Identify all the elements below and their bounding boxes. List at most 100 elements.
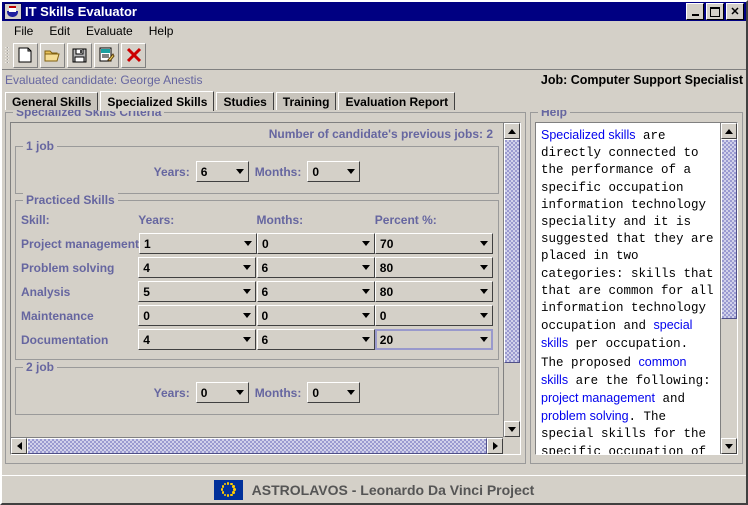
job2-years-combo[interactable]: 0 [195, 382, 249, 403]
window-controls: ✕ [686, 3, 744, 20]
vertical-scroll-track[interactable] [504, 139, 520, 421]
open-folder-button[interactable] [40, 42, 65, 68]
application-window: IT Skills Evaluator ✕ File Edit Evaluate… [0, 0, 748, 505]
skill-label: Documentation [21, 332, 109, 347]
job-title-label: Job: Computer Support Specialist [540, 73, 743, 87]
evaluate-form-icon [99, 47, 115, 62]
help-text-run: are the following: [568, 373, 711, 388]
new-document-button[interactable] [13, 42, 38, 68]
skill-months-combo[interactable]: 0 [257, 233, 376, 254]
help-scroll-thumb[interactable] [721, 139, 737, 319]
scroll-right-button[interactable] [487, 438, 503, 454]
skill-months-combo[interactable]: 6 [256, 329, 375, 350]
help-link[interactable]: project management [541, 391, 655, 405]
skill-months-value: 6 [261, 260, 269, 275]
scroll-left-button[interactable] [11, 438, 27, 454]
help-link[interactable]: Specialized skills [541, 128, 635, 142]
column-header-percent: Percent %: [374, 213, 437, 227]
save-button[interactable] [67, 42, 92, 68]
job1-years-combo[interactable]: 6 [195, 161, 249, 182]
toolbar [2, 41, 746, 70]
job2-months-combo[interactable]: 0 [307, 382, 361, 403]
help-link[interactable]: problem solving [541, 409, 629, 423]
tab-specialized-skills[interactable]: Specialized Skills [100, 91, 215, 111]
skill-years-combo[interactable]: 5 [138, 281, 257, 302]
job2-group: 2 job Years: 0 Months: 0 [15, 360, 499, 415]
new-document-icon [18, 47, 32, 63]
horizontal-scroll-track[interactable] [27, 438, 487, 454]
eu-star [221, 491, 225, 494]
menu-item-help[interactable]: Help [141, 22, 182, 40]
eu-star [223, 493, 227, 497]
evaluate-button[interactable] [94, 42, 119, 68]
maximize-button[interactable] [706, 3, 724, 20]
vertical-scroll-thumb[interactable] [504, 139, 520, 363]
minimize-button[interactable] [686, 3, 704, 20]
skill-months-combo[interactable]: 6 [256, 281, 375, 302]
skill-years-value: 0 [143, 308, 150, 323]
criteria-scroll-pane: Number of candidate's previous jobs: 2 1… [10, 122, 521, 455]
skill-years-combo[interactable]: 4 [138, 329, 257, 350]
skill-percent-value: 0 [379, 308, 387, 323]
help-vertical-scrollbar[interactable] [720, 123, 737, 454]
chevron-down-icon [232, 162, 248, 181]
chevron-down-icon [476, 282, 492, 301]
help-group: Help Specialized skills are directly con… [530, 105, 743, 464]
footer: ASTROLAVOS - Leonardo Da Vinci Project [2, 475, 746, 503]
chevron-down-icon [476, 306, 492, 325]
skill-percent-combo[interactable]: 80 [374, 257, 493, 278]
scroll-down-button[interactable] [504, 421, 520, 437]
job1-months-combo[interactable]: 0 [307, 161, 361, 182]
help-scroll-down-button[interactable] [721, 438, 737, 454]
delete-x-icon [126, 47, 141, 63]
menu-item-edit[interactable]: Edit [41, 22, 78, 40]
criteria-horizontal-scrollbar[interactable] [11, 437, 503, 454]
close-button[interactable]: ✕ [726, 3, 744, 20]
skill-months-combo[interactable]: 6 [256, 257, 375, 278]
skill-years-combo[interactable]: 4 [138, 257, 257, 278]
chevron-down-icon [239, 258, 255, 277]
scroll-up-button[interactable] [504, 123, 520, 139]
tab-training[interactable]: Training [275, 92, 337, 110]
horizontal-scroll-thumb[interactable] [27, 438, 487, 454]
skill-percent-combo[interactable]: 70 [375, 233, 494, 254]
menu-item-evaluate[interactable]: Evaluate [78, 22, 141, 40]
chevron-down-icon [343, 383, 359, 402]
table-row: Analysis 5 6 80 [16, 281, 498, 302]
tab-general-skills[interactable]: General Skills [5, 92, 99, 110]
window-title: IT Skills Evaluator [25, 4, 137, 19]
skill-percent-combo[interactable]: 80 [374, 281, 493, 302]
skill-years-combo[interactable]: 1 [139, 233, 258, 254]
help-panel: Specialized skills are directly connecte… [535, 122, 738, 455]
practiced-skills-legend: Practiced Skills [23, 193, 118, 207]
skill-years-combo[interactable]: 0 [138, 305, 257, 326]
help-scroll-track[interactable] [721, 139, 737, 438]
chevron-down-icon [232, 383, 248, 402]
toolbar-grip[interactable] [5, 45, 10, 65]
job1-years-label: Years: [153, 164, 190, 179]
help-scroll-up-button[interactable] [721, 123, 737, 139]
skill-years-value: 4 [143, 260, 150, 275]
tab-evaluation-report[interactable]: Evaluation Report [338, 92, 456, 110]
skill-percent-combo[interactable]: 20 [374, 329, 493, 350]
job2-duration-row: Years: 0 Months: 0 [16, 379, 498, 408]
eu-flag-icon [213, 479, 243, 500]
delete-button[interactable] [121, 42, 146, 68]
help-text: Specialized skills are directly connecte… [536, 123, 720, 454]
previous-jobs-count: Number of candidate's previous jobs: 2 [268, 127, 493, 141]
criteria-vertical-scrollbar[interactable] [503, 123, 520, 437]
header-info: Evaluated candidate: George Anestis Job:… [2, 70, 746, 90]
tab-studies[interactable]: Studies [216, 92, 274, 110]
table-row: Problem solving 4 6 80 [16, 257, 498, 278]
job2-legend: 2 job [23, 360, 58, 374]
title-bar: IT Skills Evaluator ✕ [2, 2, 746, 21]
skill-years-value: 5 [143, 284, 150, 299]
job1-legend: 1 job [23, 139, 58, 153]
eu-star [221, 485, 225, 488]
chevron-down-icon [358, 330, 374, 349]
menu-item-file[interactable]: File [6, 22, 41, 40]
skill-months-combo[interactable]: 0 [256, 305, 375, 326]
skill-percent-combo[interactable]: 0 [374, 305, 493, 326]
close-icon: ✕ [730, 5, 740, 18]
table-row: Documentation 4 6 20 [16, 329, 498, 350]
